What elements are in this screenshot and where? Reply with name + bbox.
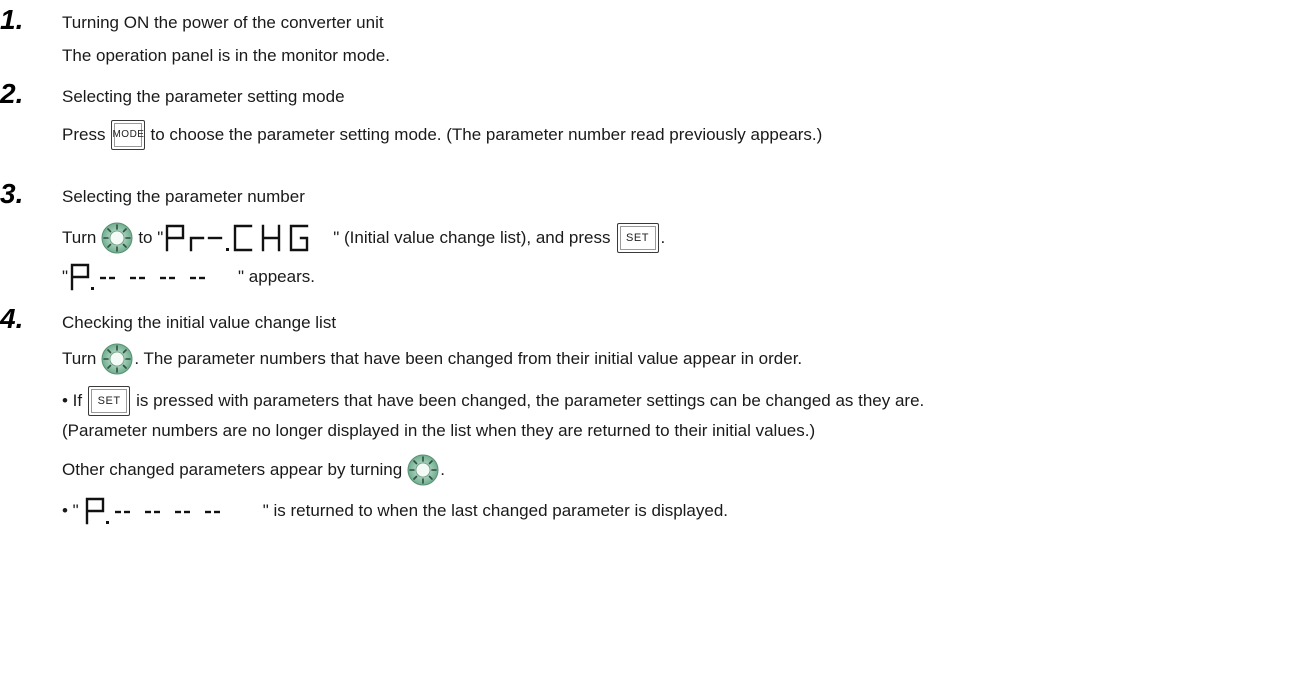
step-note: (Parameter numbers are no longer display… <box>62 421 816 440</box>
step-text: Turn . The parameter numbers that have b… <box>62 341 802 377</box>
step-text: The operation panel is in the monitor mo… <box>62 46 390 65</box>
setting-dial-icon <box>407 454 439 486</box>
text-last-rest: " is returned to when the last changed p… <box>262 501 729 520</box>
text-turn: Turn <box>62 228 97 247</box>
text-to: to " <box>138 228 164 247</box>
step-number: 2. <box>0 78 24 109</box>
step-text: Press MODE to choose the parameter setti… <box>62 117 822 153</box>
lcd-display-chg <box>166 224 309 252</box>
text-last-open: • " <box>62 501 79 520</box>
setting-dial-icon <box>101 222 133 254</box>
set-key: SET <box>616 223 659 253</box>
set-key-label: SET <box>626 232 649 244</box>
text-appears: " appears. <box>238 267 315 286</box>
lcd-dot <box>226 248 230 251</box>
text-other: Other changed parameters appear by turni… <box>62 460 403 479</box>
text-period: . <box>660 228 666 247</box>
step-title: Selecting the parameter number <box>62 187 305 206</box>
step-bullet: • If SET is pressed with parameters that… <box>62 384 924 418</box>
lcd-display-list <box>85 497 220 525</box>
step-number: 3. <box>0 178 24 209</box>
step-title: Checking the initial value change list <box>62 313 337 332</box>
text-after-mode: to choose the parameter setting mode. (T… <box>150 125 823 144</box>
step-bullet: • " " is returned to when the last chang… <box>62 494 728 528</box>
text-turn: Turn <box>62 349 97 368</box>
setting-dial-icon <box>101 343 133 375</box>
text-press: Press <box>62 125 106 144</box>
mode-key-label: MODE <box>112 129 145 140</box>
step-text: Other changed parameters appear by turni… <box>62 452 445 488</box>
text-after-display: " (Initial value change list), and press <box>333 228 611 247</box>
set-key: SET <box>88 386 131 416</box>
step-number: 4. <box>0 303 24 334</box>
lcd-display-list <box>70 263 206 291</box>
step-number: 1. <box>0 4 24 35</box>
mode-key: MODE <box>111 120 146 150</box>
text-bullet-rest: is pressed with parameters that have bee… <box>136 391 925 410</box>
set-key-label: SET <box>97 395 121 407</box>
text-bullet-if: • If <box>62 391 83 410</box>
text-after-dial: . The parameter numbers that have been c… <box>134 349 803 368</box>
step-text: " " appears. <box>62 260 315 294</box>
step-title: Selecting the parameter setting mode <box>62 87 345 106</box>
step-title: Turning ON the power of the converter un… <box>62 13 384 32</box>
text-other-end: . <box>440 460 445 479</box>
step-text: Turn to " " (Initial value change list),… <box>62 220 665 256</box>
